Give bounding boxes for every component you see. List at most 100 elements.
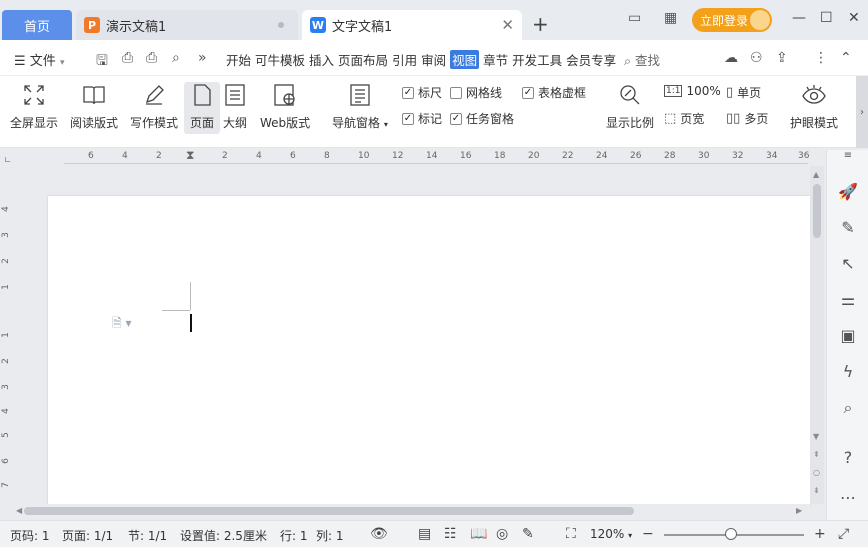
status-row[interactable]: 行: 1 (280, 527, 308, 544)
zoom-ratio-button[interactable]: 显示比例 (606, 82, 654, 131)
tab-review[interactable]: 审阅 (421, 50, 446, 69)
tab-developer[interactable]: 开发工具 (512, 50, 562, 69)
fullscreen-button[interactable]: 全屏显示 (10, 82, 58, 131)
ruler-tick-label: 16 (460, 151, 472, 161)
zoom-100-button[interactable]: 1:1 100% (664, 84, 721, 98)
export-pdf-icon[interactable]: ⎙ (122, 50, 133, 66)
maximize-button[interactable]: ☐ (820, 10, 833, 26)
tab-start[interactable]: 开始 (226, 50, 251, 69)
reading-status-icon[interactable]: 📖 (470, 526, 487, 542)
fit-page-icon[interactable]: ⛶ (566, 526, 576, 542)
document-page[interactable] (48, 196, 810, 506)
more-chevron-icon[interactable]: » (198, 50, 207, 66)
vertical-ruler[interactable]: 4 3 2 1 1 2 3 4 5 6 7 (0, 200, 14, 500)
vertical-scrollbar[interactable]: ▲ ▼ ⇞ ○ ⇟ (810, 166, 824, 504)
fullscreen-status-icon[interactable]: ⤢ (838, 526, 849, 542)
zoom-level[interactable]: 120% ▾ (590, 527, 632, 541)
print-preview-icon[interactable]: ⌕ (172, 50, 180, 66)
text-cursor (190, 314, 192, 332)
tab-document[interactable]: W 文字文稿1 ✕ (302, 10, 522, 40)
collapse-ribbon-icon[interactable]: ⌃ (840, 50, 852, 66)
page-width-button[interactable]: ⬚ 页宽 (664, 110, 704, 127)
browse-object-icon[interactable]: ○ (813, 468, 820, 477)
grid-apps-icon[interactable]: ▦ (664, 10, 677, 26)
indent-marker-icon[interactable]: ⧗ (186, 148, 194, 163)
horizontal-scroll-thumb[interactable] (24, 507, 634, 515)
help-icon[interactable]: ? (837, 448, 859, 467)
save-icon[interactable]: 🖫 (96, 50, 108, 74)
eye-protect-icon[interactable]: 👁 (370, 526, 388, 542)
more-dots-icon[interactable]: ⋯ (837, 488, 859, 507)
tab-section[interactable]: 章节 (483, 50, 508, 69)
ribbon-scroll-right-icon[interactable]: › (856, 76, 868, 148)
home-tab[interactable]: 首页 (2, 10, 72, 40)
vertical-scroll-thumb[interactable] (813, 184, 821, 238)
status-pages[interactable]: 页面: 1/1 (62, 527, 113, 544)
share-icon[interactable]: ⇪ (776, 50, 788, 66)
horizontal-scrollbar[interactable]: ◀ ▶ (14, 504, 810, 518)
file-menu[interactable]: ☰ 文件 ▾ (14, 50, 64, 69)
tab-insert[interactable]: 插入 (309, 50, 334, 69)
scroll-left-icon[interactable]: ◀ (16, 506, 22, 515)
writing-mode-button[interactable]: 写作模式 (130, 82, 178, 131)
eye-mode-button[interactable]: 护眼模式 (790, 82, 838, 131)
lightning-icon[interactable]: ϟ (837, 362, 859, 381)
ruler-tick-label: 32 (732, 151, 744, 161)
tab-view[interactable]: 视图 (450, 50, 480, 69)
paragraph-options-icon[interactable]: 🗎 ▾ (112, 314, 132, 335)
print-icon[interactable]: ⎙ (146, 50, 157, 66)
write-status-icon[interactable]: ✎ (522, 526, 534, 542)
cloud-sync-icon[interactable]: ☁ (724, 50, 738, 66)
status-column[interactable]: 列: 1 (316, 527, 344, 544)
tab-presentation[interactable]: P 演示文稿1 (76, 10, 298, 40)
edit-pen-icon[interactable]: ✎ (837, 218, 859, 237)
close-window-button[interactable]: ✕ (848, 10, 860, 26)
status-setting[interactable]: 设置值: 2.5厘米 (180, 527, 267, 544)
prev-page-icon[interactable]: ⇞ (813, 450, 820, 459)
markup-checkbox[interactable]: ✓ 标记 (402, 110, 442, 127)
screen-icon[interactable]: ▭ (628, 10, 641, 26)
new-tab-button[interactable]: + (532, 12, 549, 36)
login-button[interactable]: 立即登录 (692, 8, 772, 32)
zoom-in-icon[interactable]: + (814, 526, 826, 542)
scroll-up-icon[interactable]: ▲ (813, 170, 819, 179)
minimize-button[interactable]: — (792, 10, 806, 26)
web-layout-button[interactable]: Web版式 (260, 82, 310, 131)
rocket-icon[interactable]: 🚀 (837, 182, 859, 201)
select-cursor-icon[interactable]: ↖ (837, 254, 859, 273)
outline-button[interactable]: 大纲 (222, 82, 248, 131)
search-icon: ⌕ (624, 53, 632, 68)
horizontal-ruler[interactable]: 6 4 2 2 4 6 8 10 12 14 16 18 20 22 24 26 28 30 32 34 36 ⧗ (64, 148, 809, 166)
nav-pane-button[interactable]: 导航窗格 ▾ (332, 82, 388, 131)
tab-member[interactable]: 会员专享 (566, 50, 616, 69)
image-edit-icon[interactable]: ▣ (837, 326, 859, 345)
single-page-button[interactable]: ▯ 单页 (726, 84, 761, 101)
task-pane-checkbox[interactable]: ✓ 任务窗格 (450, 110, 514, 127)
status-section[interactable]: 节: 1/1 (128, 527, 167, 544)
status-page-number[interactable]: 页码: 1 (10, 527, 50, 544)
scroll-right-icon[interactable]: ▶ (796, 506, 802, 515)
close-tab-icon[interactable]: ✕ (501, 16, 514, 34)
reading-layout-button[interactable]: 阅读版式 (70, 82, 118, 131)
page-view-status-icon[interactable]: ▤ (418, 526, 431, 542)
zoom-slider-knob[interactable] (725, 528, 738, 540)
book-search-icon[interactable]: ⌕ (837, 398, 859, 418)
more-options-icon[interactable]: ⋮ (814, 50, 828, 66)
page-view-button[interactable]: 页面 (184, 82, 220, 134)
web-status-icon[interactable]: ◎ (496, 526, 508, 542)
zoom-out-icon[interactable]: − (642, 526, 654, 542)
outline-status-icon[interactable]: ☷ (444, 526, 457, 542)
tab-templates[interactable]: 可牛模板 (255, 50, 305, 69)
multi-page-button[interactable]: ▯▯ 多页 (726, 110, 768, 127)
table-border-checkbox[interactable]: ✓ 表格虚框 (522, 84, 586, 101)
tab-page-layout[interactable]: 页面布局 (338, 50, 388, 69)
adjust-sliders-icon[interactable]: ⚌ (837, 290, 859, 309)
next-page-icon[interactable]: ⇟ (813, 486, 820, 495)
search-box[interactable]: ⌕ 查找 (624, 50, 660, 69)
share-user-icon[interactable]: ⚇ (750, 50, 763, 66)
ruler-tick-label: 18 (494, 151, 506, 161)
scroll-down-icon[interactable]: ▼ (813, 432, 819, 441)
gridline-checkbox[interactable]: 网格线 (450, 84, 502, 101)
ruler-checkbox[interactable]: ✓ 标尺 (402, 84, 442, 101)
tab-reference[interactable]: 引用 (392, 50, 417, 69)
